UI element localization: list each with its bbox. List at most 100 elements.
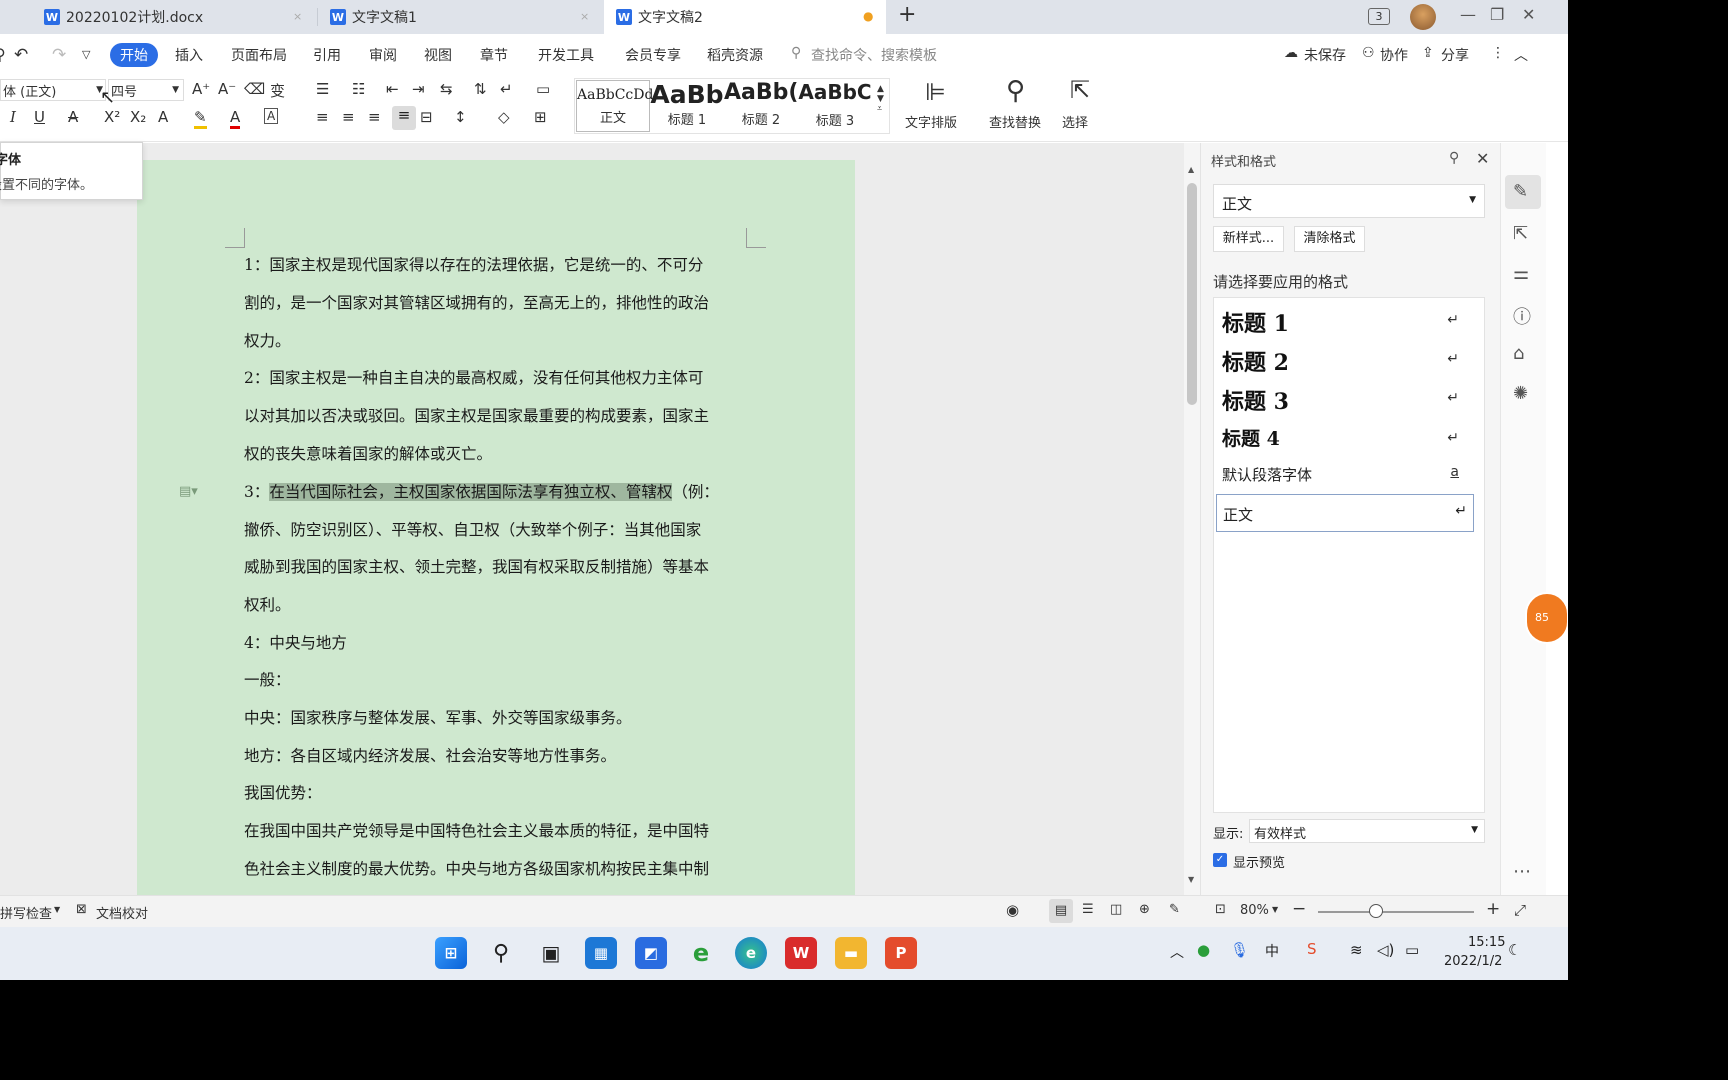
text-effect-icon[interactable]: A — [158, 108, 168, 126]
style-item-heading-4[interactable]: 标题 4 — [1222, 424, 1280, 451]
scroll-thumb[interactable] — [1187, 183, 1197, 405]
restore-icon[interactable]: ❐ — [1490, 5, 1504, 24]
border-icon[interactable]: ⊞ — [534, 108, 547, 126]
wps-writer-icon[interactable]: W — [785, 937, 817, 969]
unsaved-button[interactable]: 未保存 — [1304, 45, 1346, 65]
quick-access-more-icon[interactable]: ▽ — [82, 48, 90, 61]
undo-icon[interactable]: ↶ — [14, 45, 28, 65]
write-view-icon[interactable]: ✎ — [1169, 902, 1180, 917]
tab-doc-2[interactable]: W 文字文稿2 — [604, 0, 886, 34]
style-item-default-font[interactable]: 默认段落字体 — [1222, 464, 1312, 485]
zoom-level[interactable]: 80% — [1240, 903, 1269, 918]
tab-doc-plan[interactable]: W 20220102计划.docx — [32, 0, 316, 34]
superscript-icon[interactable]: X² — [104, 108, 120, 126]
selected-text[interactable]: 在当代国际社会，主权国家依据国际法享有独立权、管辖权 — [269, 483, 673, 501]
task-view-icon[interactable]: ▣ — [535, 937, 567, 969]
help-icon[interactable]: ⓘ — [1513, 303, 1531, 329]
document-page[interactable]: 1：国家主权是现代国家得以存在的法理依据，它是统一的、不可分 割的，是一个国家对… — [137, 160, 855, 895]
tab-developer[interactable]: 开发工具 — [538, 45, 594, 65]
scroll-down-icon[interactable]: ▼ — [1188, 875, 1194, 884]
justify-icon[interactable]: ≡ — [392, 106, 416, 130]
sort-icon[interactable]: ⇅ — [474, 80, 487, 98]
more-tools-icon[interactable]: ⋯ — [1513, 861, 1531, 882]
style-item-heading-1[interactable]: 标题 1 — [1222, 306, 1289, 338]
tab-start[interactable]: 开始 — [110, 43, 158, 67]
clock-date[interactable]: 2022/1/2 — [1444, 954, 1502, 969]
eraser-icon[interactable]: ⌫ — [244, 80, 265, 98]
volume-icon[interactable]: ◁) — [1377, 941, 1394, 959]
photos-icon[interactable]: ◩ — [635, 937, 667, 969]
page-view-icon[interactable]: ▤ — [1049, 899, 1073, 923]
new-tab-button[interactable]: + — [898, 2, 916, 27]
phonetic-icon[interactable]: 变 — [270, 80, 285, 101]
collapse-ribbon-icon[interactable]: ︿ — [1514, 45, 1528, 65]
tab-docer[interactable]: 稻壳资源 — [707, 45, 763, 65]
strikethrough-icon[interactable]: A — [68, 108, 78, 126]
align-right-icon[interactable]: ≡ — [368, 108, 381, 126]
proofread-button[interactable]: 文档校对 — [96, 903, 148, 922]
more-icon[interactable]: ⋮ — [1491, 45, 1505, 61]
underline-icon[interactable]: U — [34, 108, 45, 126]
search-command-input[interactable]: 查找命令、搜索模板 — [811, 45, 937, 65]
grow-font-icon[interactable]: A⁺ — [192, 80, 210, 98]
tab-references[interactable]: 引用 — [313, 45, 341, 65]
close-icon[interactable]: × — [293, 10, 302, 23]
highlight-icon[interactable]: ✎ — [194, 108, 207, 129]
panel-title[interactable]: 样式和格式 — [1211, 151, 1276, 170]
microphone-icon[interactable]: 🎙 — [1230, 941, 1249, 959]
read-view-icon[interactable]: ◫ — [1110, 902, 1122, 917]
tab-view[interactable]: 视图 — [424, 45, 452, 65]
increase-indent-icon[interactable]: ⇥ — [412, 80, 425, 98]
tab-doc-1[interactable]: W 文字文稿1 — [318, 0, 603, 34]
paragraph-marker-icon[interactable]: ▤▾ — [179, 484, 198, 499]
adjust-icon[interactable]: ⚌ — [1513, 263, 1529, 284]
tab-chapter[interactable]: 章节 — [480, 45, 508, 65]
redo-icon[interactable]: ↷ — [52, 45, 66, 65]
scroll-up-icon[interactable]: ▲ — [1188, 165, 1194, 174]
char-border-icon[interactable]: A — [264, 108, 279, 124]
italic-icon[interactable]: I — [10, 108, 16, 126]
badge-bubble[interactable]: 85 — [1525, 592, 1568, 644]
tab-review[interactable]: 审阅 — [369, 45, 397, 65]
distribute-icon[interactable]: ⊟ — [420, 108, 433, 126]
text-layout-button[interactable]: 文字排版 — [905, 112, 957, 131]
zoom-slider-track[interactable] — [1318, 911, 1474, 913]
wps-pdf-icon[interactable]: P — [885, 937, 917, 969]
minimize-icon[interactable]: — — [1460, 5, 1476, 24]
search-icon[interactable]: ⚲ — [485, 937, 517, 969]
font-color-icon[interactable]: A — [230, 108, 241, 129]
show-filter-select[interactable]: 有效样式 ▼ — [1249, 819, 1485, 843]
bullet-list-icon[interactable]: ☰ — [316, 80, 329, 98]
ie-browser-icon[interactable]: e — [685, 937, 717, 969]
pen-icon[interactable]: ✎ — [1513, 181, 1528, 202]
spell-check-button[interactable]: 拼写检查 — [0, 903, 52, 922]
close-window-icon[interactable]: ✕ — [1522, 5, 1535, 24]
user-avatar[interactable] — [1410, 4, 1436, 30]
subscript-icon[interactable]: X₂ — [130, 108, 146, 126]
select-cursor-icon[interactable]: ⇱ — [1513, 223, 1528, 244]
style-normal[interactable]: AaBbCcDd 正文 — [576, 80, 653, 132]
style-heading-2[interactable]: AaBb( 标题 2 — [724, 80, 798, 132]
select-button[interactable]: 选择 — [1062, 112, 1088, 131]
widgets-icon[interactable]: ▦ — [585, 937, 617, 969]
fullscreen-icon[interactable]: ⤢ — [1514, 901, 1526, 919]
share-button[interactable]: 分享 — [1441, 45, 1469, 65]
eye-protect-icon[interactable]: ◉ — [1006, 901, 1019, 919]
tab-count-badge[interactable]: 3 — [1368, 8, 1390, 25]
unsaved-dot-icon[interactable]: ● — [863, 9, 873, 23]
font-name-select[interactable]: 体 (正文) ▼ — [0, 79, 106, 101]
text-direction-icon[interactable]: ⇆ — [440, 80, 453, 98]
web-view-icon[interactable]: ⊕ — [1139, 902, 1150, 917]
zoom-out-icon[interactable]: − — [1292, 899, 1306, 919]
zoom-in-icon[interactable]: + — [1486, 899, 1500, 919]
search-icon[interactable]: ⚲ — [0, 45, 6, 64]
fit-page-icon[interactable]: ⊡ — [1215, 902, 1226, 917]
line-break-icon[interactable]: ↵ — [500, 80, 513, 98]
preview-checkbox[interactable]: ✓ — [1213, 853, 1227, 867]
align-left-icon[interactable]: ≡ — [316, 108, 329, 126]
tab-layout[interactable]: 页面布局 — [231, 45, 287, 65]
edge-browser-icon[interactable]: e — [735, 937, 767, 969]
pin-icon[interactable]: ⚲ — [1449, 150, 1459, 166]
new-style-button[interactable]: 新样式... — [1213, 226, 1284, 252]
close-panel-icon[interactable]: ✕ — [1476, 149, 1489, 168]
